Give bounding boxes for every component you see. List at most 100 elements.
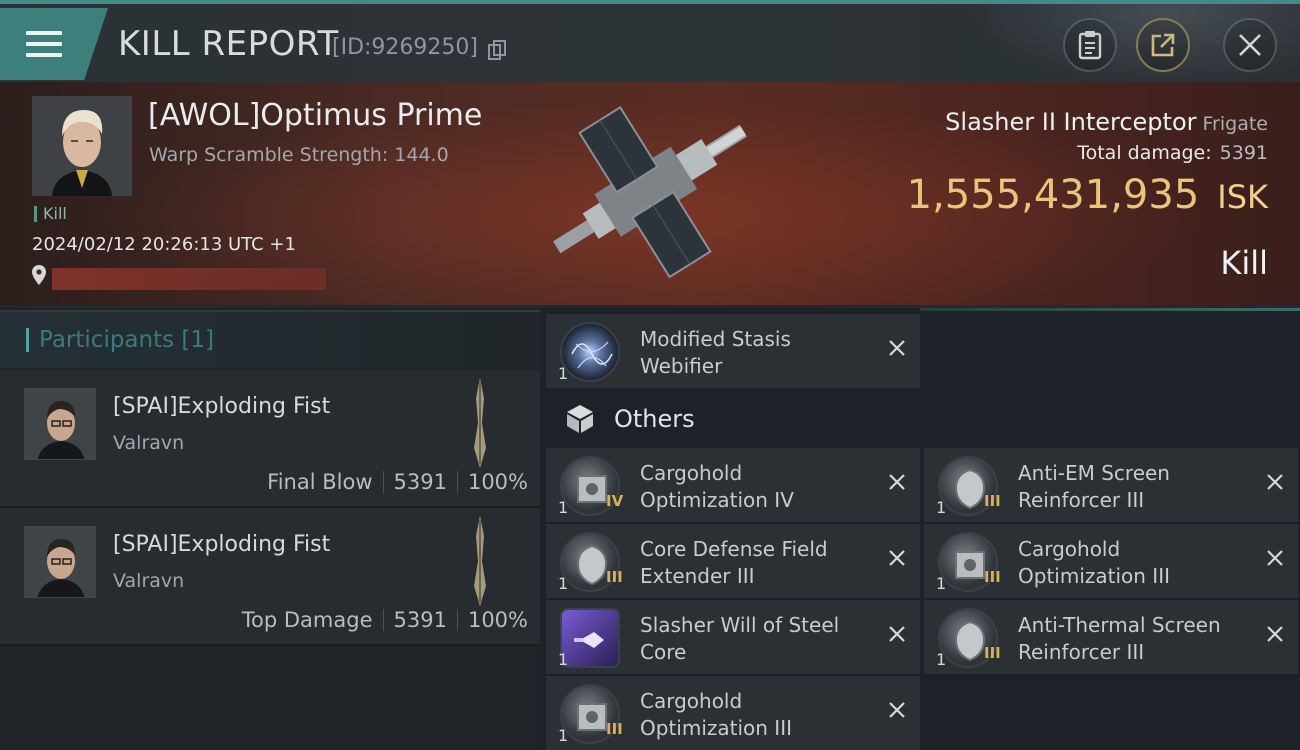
module-name-text: Core Defense Field Extender III (640, 537, 828, 588)
destroyed-x-icon (1267, 550, 1283, 566)
copy-icon[interactable] (488, 40, 506, 60)
module-item[interactable]: 1 III Cargohold Optimization III (924, 524, 1298, 598)
module-qty: 1 (558, 364, 569, 383)
module-name: Slasher Will of Steel Core (640, 612, 880, 666)
module-item[interactable]: 1 III Cargohold Optimization III (546, 676, 920, 750)
participant-percent: 100% (467, 470, 528, 494)
destroyed-x-icon (889, 702, 905, 718)
module-item[interactable]: 1 IV Cargohold Optimization IV (546, 448, 920, 522)
tier-badge: IV (606, 492, 624, 510)
module-qty: 1 (936, 650, 947, 669)
isk-amount: 1,555,431,935 (906, 172, 1200, 218)
isk-unit: ISK (1217, 178, 1268, 216)
module-item[interactable]: 1 III Anti-Thermal Screen Reinforcer III (924, 600, 1298, 674)
character-portrait-icon (25, 527, 95, 597)
participant-name[interactable]: [SPAI]Exploding Fist (113, 394, 330, 419)
divider (382, 609, 384, 631)
module-name: Cargohold Optimization IV (640, 460, 880, 514)
total-damage-label: Total damage: (1077, 142, 1212, 164)
character-portrait-icon (25, 389, 95, 459)
module-name: Anti-Thermal Screen Reinforcer III (1018, 612, 1258, 666)
participant-stats: Top Damage 5391 100% (242, 608, 528, 632)
module-item[interactable]: 1 III Core Defense Field Extender III (546, 524, 920, 598)
module-item[interactable]: 1 Modified Stasis Webifier (546, 314, 920, 388)
tier-badge: III (984, 492, 1001, 510)
destroyed-x-icon (889, 626, 905, 642)
tier-badge: III (984, 644, 1001, 662)
cube-icon (567, 405, 593, 433)
top-bar: KILL REPORT [ID:9269250] (0, 0, 1300, 86)
ship-name-text: Slasher II Interceptor (945, 108, 1197, 136)
participant-damage: 5391 (393, 608, 447, 632)
participant-row[interactable]: [SPAI]Exploding Fist Valravn Top Damage … (0, 508, 540, 646)
participant-avatar[interactable] (24, 526, 96, 598)
participant-role: Top Damage (241, 608, 373, 632)
others-header: Others (546, 392, 920, 446)
others-label: Others (614, 405, 695, 433)
module-name-text: Cargohold Optimization III (640, 689, 792, 740)
victim-name[interactable]: [AWOL]Optimus Prime (148, 98, 482, 133)
module-qty: 1 (558, 574, 569, 593)
module-name-text: Slasher Will of Steel Core (640, 613, 840, 664)
module-item[interactable]: 1 III Anti-EM Screen Reinforcer III (924, 448, 1298, 522)
ship-class: Frigate (1202, 113, 1268, 135)
participant-ship-icon[interactable] (466, 516, 494, 606)
share-button[interactable] (1136, 18, 1190, 72)
location-pin-icon (32, 265, 46, 285)
tier-badge: III (606, 568, 623, 586)
participants-title: Participants [1] (39, 327, 214, 353)
victim-portrait[interactable] (32, 96, 132, 196)
module-item[interactable]: 1 Slasher Will of Steel Core (546, 600, 920, 674)
victim-ship-name[interactable]: Slasher II Interceptor Frigate (945, 108, 1268, 136)
module-name-text: Modified Stasis Webifier (640, 327, 791, 378)
page-title: KILL REPORT (118, 24, 339, 64)
participant-ship: Valravn (113, 570, 185, 592)
module-qty: 1 (558, 726, 569, 745)
module-qty: 1 (936, 498, 947, 517)
module-name: Core Defense Field Extender III (640, 536, 880, 590)
module-name-text: Cargohold Optimization IV (640, 461, 794, 512)
warp-scramble-strength: Warp Scramble Strength: 144.0 (149, 144, 449, 166)
participant-avatar[interactable] (24, 388, 96, 460)
participant-stats: Final Blow 5391 100% (267, 470, 528, 494)
result-label: Kill (1220, 244, 1268, 282)
panel-accent-line (920, 308, 1300, 311)
module-name: Modified Stasis Webifier (640, 326, 880, 380)
module-qty: 1 (558, 650, 569, 669)
destroyed-x-icon (889, 474, 905, 490)
stasis-webifier-icon (560, 322, 620, 382)
victim-ship-image[interactable] (520, 94, 780, 284)
participant-role: Final Blow (267, 470, 373, 494)
destroyed-x-icon (1267, 626, 1283, 642)
kill-id: [ID:9269250] (332, 35, 478, 60)
location-redacted (52, 268, 326, 290)
destroyed-x-icon (889, 550, 905, 566)
clipboard-icon (1078, 31, 1102, 60)
menu-button[interactable] (0, 8, 108, 80)
participant-name[interactable]: [SPAI]Exploding Fist (113, 532, 330, 557)
character-portrait-icon (32, 96, 132, 196)
participant-ship-icon[interactable] (466, 378, 494, 468)
kill-tag: Kill (34, 206, 67, 222)
close-icon (1239, 34, 1261, 56)
tier-badge: III (606, 720, 623, 738)
ship-core-icon (560, 608, 620, 668)
clipboard-button[interactable] (1063, 18, 1117, 72)
participant-row[interactable]: [SPAI]Exploding Fist Valravn Final Blow … (0, 370, 540, 508)
module-name: Cargohold Optimization III (640, 688, 880, 742)
module-qty: 1 (558, 498, 569, 517)
kill-datetime: 2024/02/12 20:26:13 UTC +1 (32, 234, 296, 255)
module-name-text: Anti-Thermal Screen Reinforcer III (1018, 613, 1221, 664)
module-name: Cargohold Optimization III (1018, 536, 1258, 590)
divider (382, 471, 384, 493)
close-button[interactable] (1223, 18, 1277, 72)
participants-header: Participants [1] (0, 310, 540, 368)
module-name: Anti-EM Screen Reinforcer III (1018, 460, 1258, 514)
destroyed-x-icon (889, 340, 905, 356)
victim-header: [AWOL]Optimus Prime Warp Scramble Streng… (0, 82, 1300, 308)
divider (456, 609, 458, 631)
tier-badge: III (984, 568, 1001, 586)
header-accent-bar (26, 328, 29, 352)
divider (456, 471, 458, 493)
participant-ship: Valravn (113, 432, 185, 454)
